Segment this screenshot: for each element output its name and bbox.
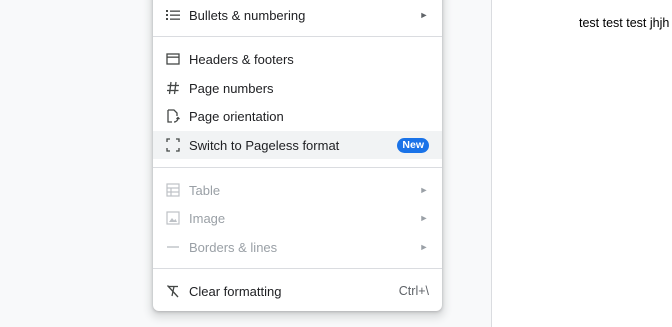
- menu-item-label: Image: [189, 210, 226, 226]
- menu-item-clear-formatting[interactable]: Clear formatting Ctrl+\: [153, 277, 442, 305]
- menu-divider: [153, 268, 442, 269]
- menu-item-page-orientation[interactable]: Page orientation: [153, 102, 442, 130]
- menu-item-image: Image ►: [153, 204, 442, 232]
- bullets-list-icon: [166, 8, 180, 22]
- submenu-arrow-icon: ►: [419, 213, 429, 223]
- submenu-arrow-icon: ►: [419, 242, 429, 252]
- menu-item-table: Table ►: [153, 176, 442, 204]
- menu-item-switch-to-pageless[interactable]: Switch to Pageless format New: [153, 131, 442, 159]
- menu-item-page-numbers[interactable]: Page numbers: [153, 74, 442, 102]
- document-text[interactable]: test test test jhjh: [579, 16, 669, 30]
- menu-item-label: Headers & footers: [189, 51, 294, 67]
- submenu-arrow-icon: ►: [419, 10, 429, 20]
- document-page[interactable]: test test test jhjh: [491, 0, 672, 327]
- format-menu: Bullets & numbering ► Headers & footers …: [153, 0, 442, 311]
- header-footer-icon: [166, 52, 180, 66]
- menu-item-label: Switch to Pageless format: [189, 137, 340, 153]
- submenu-arrow-icon: ►: [419, 185, 429, 195]
- pageless-icon: [166, 138, 180, 152]
- hash-icon: [166, 81, 180, 95]
- menu-item-bullets-numbering[interactable]: Bullets & numbering ►: [153, 1, 442, 29]
- clear-formatting-icon: [166, 284, 180, 298]
- menu-divider: [153, 167, 442, 168]
- menu-item-borders-lines: Borders & lines ►: [153, 233, 442, 261]
- menu-item-label: Clear formatting: [189, 283, 282, 299]
- menu-item-label: Table: [189, 182, 221, 198]
- menu-divider: [153, 36, 442, 37]
- menu-item-label: Bullets & numbering: [189, 7, 306, 23]
- keyboard-shortcut: Ctrl+\: [398, 284, 429, 298]
- borders-lines-icon: [166, 240, 180, 254]
- menu-item-label: Page numbers: [189, 80, 274, 96]
- menu-item-label: Borders & lines: [189, 239, 278, 255]
- page-orientation-icon: [166, 109, 180, 123]
- menu-item-label: Page orientation: [189, 108, 284, 124]
- table-icon: [166, 183, 180, 197]
- menu-item-headers-footers[interactable]: Headers & footers: [153, 45, 442, 73]
- new-badge: New: [397, 137, 429, 153]
- image-icon: [166, 211, 180, 225]
